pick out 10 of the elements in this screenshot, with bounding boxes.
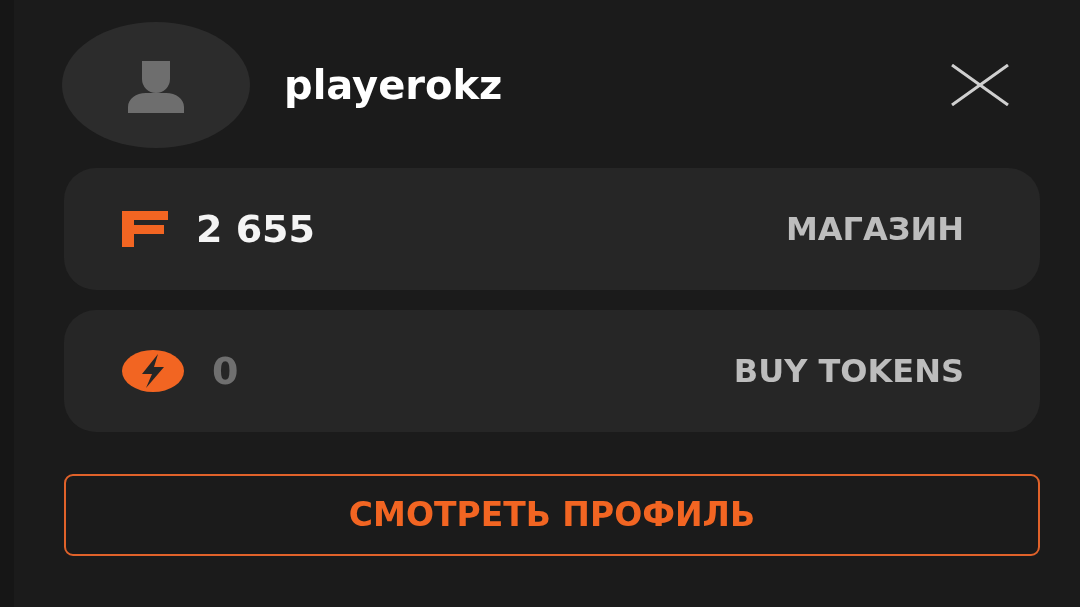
close-icon bbox=[950, 64, 1010, 106]
balance-amount: 0 bbox=[212, 347, 239, 395]
shop-button[interactable]: МАГАЗИН bbox=[785, 205, 964, 253]
close-button[interactable] bbox=[950, 64, 1010, 106]
buy-tokens-button[interactable]: BUY TOKENS bbox=[733, 347, 964, 395]
balance-amount: 2 655 bbox=[196, 205, 315, 253]
lightning-icon bbox=[122, 350, 184, 392]
username: playerokz bbox=[284, 61, 503, 110]
f-logo-icon bbox=[122, 211, 168, 247]
view-profile-button[interactable]: СМОТРЕТЬ ПРОФИЛЬ bbox=[64, 474, 1040, 556]
